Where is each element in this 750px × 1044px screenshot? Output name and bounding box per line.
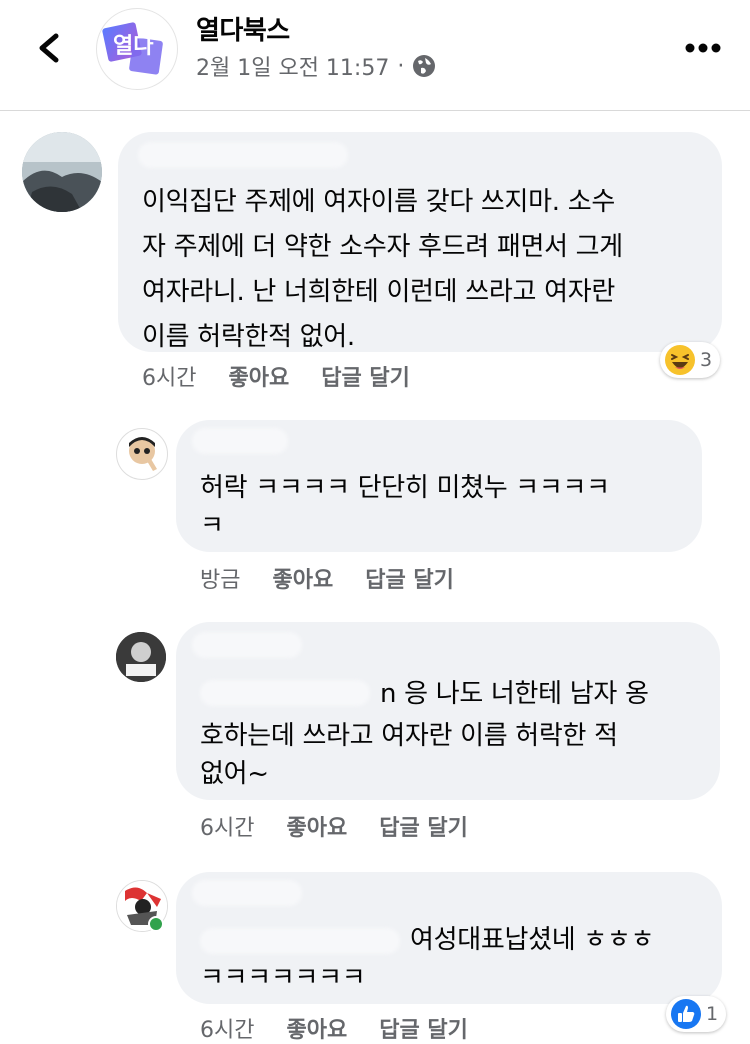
- more-horizontal-icon: [685, 43, 721, 53]
- comment-text-line: 여성대표납셨네 ㅎㅎㅎ: [410, 925, 655, 955]
- comment-time[interactable]: 6시간: [142, 360, 196, 392]
- comment-actions: 방금 좋아요 답글 달기: [200, 562, 454, 594]
- reply-button[interactable]: 답글 달기: [321, 360, 410, 392]
- comment-actions: 6시간 좋아요 답글 달기: [142, 360, 410, 392]
- mentioned-name-redacted: [200, 680, 370, 706]
- reply-button[interactable]: 답글 달기: [379, 1012, 468, 1044]
- reply-button[interactable]: 답글 달기: [379, 810, 468, 842]
- comment-time[interactable]: 6시간: [200, 810, 254, 842]
- comment-text-line: 자 주제에 더 약한 소수자 후드려 패면서 그게: [142, 232, 623, 262]
- comment-bubble[interactable]: 이익집단 주제에 여자이름 갖다 쓰지마. 소수 자 주제에 더 약한 소수자 …: [118, 132, 722, 352]
- commenter-name-redacted: [192, 880, 302, 906]
- like-button[interactable]: 좋아요: [272, 562, 333, 594]
- post-header: 열다 열다북스 2월 1일 오전 11:57 ·: [0, 0, 750, 111]
- chevron-left-icon: [39, 33, 59, 63]
- comment-text-line: ㅋㅋㅋㅋㅋㅋㅋ: [200, 963, 366, 993]
- comment-text-line: n 응 나도 너한테 남자 옹: [380, 679, 649, 709]
- reaction-summary[interactable]: 1: [666, 996, 727, 1032]
- avatar-photo: [22, 132, 102, 212]
- comment-text-line: 여자라니. 난 너희한테 이런데 쓰라고 여자란: [142, 277, 615, 307]
- like-button[interactable]: 좋아요: [286, 1012, 347, 1044]
- like-button[interactable]: 좋아요: [228, 360, 289, 392]
- comment-bubble[interactable]: n 응 나도 너한테 남자 옹 호하는데 쓰라고 여자란 이름 허락한 적 없어…: [176, 622, 720, 800]
- comment-text-line: 이름 허락한적 없어.: [142, 322, 355, 352]
- commenter-avatar[interactable]: [116, 632, 166, 682]
- reaction-count: 1: [706, 1003, 719, 1025]
- comment-text-line: 없어~: [200, 759, 269, 789]
- globe-icon: [413, 55, 436, 77]
- haha-emoji-icon: [665, 345, 695, 375]
- comment-time[interactable]: 6시간: [200, 1012, 254, 1044]
- post-timestamp[interactable]: 2월 1일 오전 11:57: [196, 50, 389, 82]
- page-logo: 열다: [102, 22, 163, 75]
- logo-text: 열다: [113, 34, 154, 59]
- like-thumb-icon: [671, 999, 701, 1029]
- avatar-photo: [116, 632, 166, 682]
- comment-text-line: 허락 ㅋㅋㅋㅋ 단단히 미쳤누 ㅋㅋㅋㅋ: [200, 473, 610, 503]
- mentioned-name-redacted: [200, 928, 400, 954]
- commenter-avatar[interactable]: [116, 428, 168, 480]
- avatar-photo: [129, 437, 157, 471]
- page-name[interactable]: 열다북스: [196, 10, 290, 47]
- more-options-button[interactable]: [684, 38, 722, 58]
- comment-bubble[interactable]: 허락 ㅋㅋㅋㅋ 단단히 미쳤누 ㅋㅋㅋㅋ ㅋ: [176, 420, 702, 552]
- commenter-name-redacted: [192, 632, 302, 658]
- online-status-indicator: [148, 916, 164, 932]
- like-button[interactable]: 좋아요: [286, 810, 347, 842]
- page-avatar[interactable]: 열다: [96, 8, 178, 90]
- reaction-count: 3: [700, 349, 713, 371]
- commenter-name-redacted: [138, 142, 348, 168]
- comment-time[interactable]: 방금: [200, 562, 240, 594]
- comment-actions: 6시간 좋아요 답글 달기: [200, 1012, 468, 1044]
- commenter-name-redacted: [192, 428, 288, 454]
- comment-text-line: 이익집단 주제에 여자이름 갖다 쓰지마. 소수: [142, 187, 615, 217]
- commenter-avatar[interactable]: [22, 132, 102, 212]
- reaction-summary[interactable]: 3: [660, 342, 721, 378]
- comment-bubble[interactable]: 여성대표납셨네 ㅎㅎㅎ ㅋㅋㅋㅋㅋㅋㅋ: [176, 872, 722, 1004]
- reply-button[interactable]: 답글 달기: [365, 562, 454, 594]
- comment-actions: 6시간 좋아요 답글 달기: [200, 810, 468, 842]
- comment-text-line: ㅋ: [200, 511, 224, 541]
- meta-separator: ·: [397, 53, 405, 79]
- post-meta: 2월 1일 오전 11:57 ·: [196, 50, 436, 82]
- back-button[interactable]: [30, 28, 66, 68]
